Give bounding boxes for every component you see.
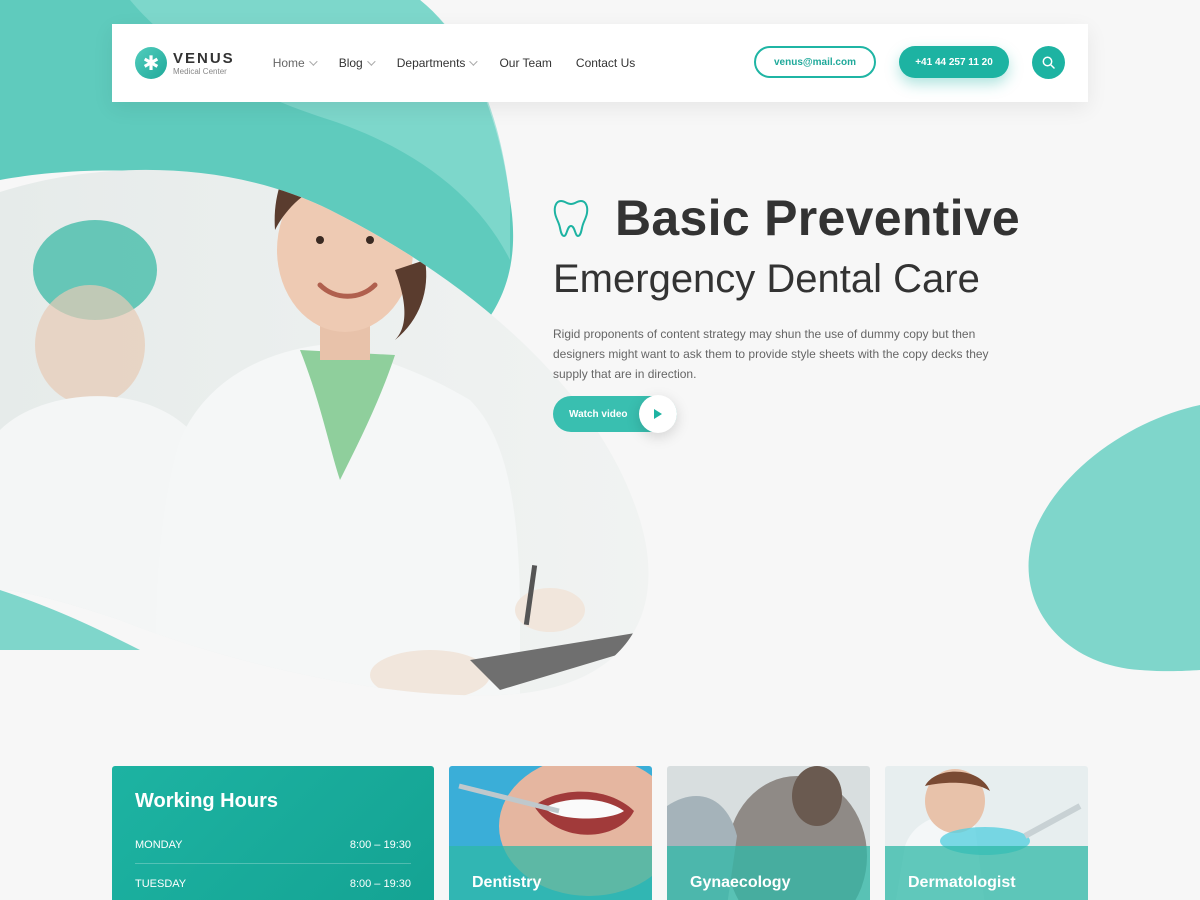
hours-time: 8:00 – 19:30 — [349, 878, 411, 890]
site-header: ✱ VENUS Medical Center Home Blog Departm… — [112, 24, 1088, 102]
email-button[interactable]: venus@mail.com — [754, 46, 876, 78]
brand-tagline: Medical Center — [173, 66, 227, 76]
department-label: Gynaecology — [690, 874, 791, 891]
hours-day: MONDAY — [135, 839, 183, 851]
department-label: Dermatologist — [908, 874, 1016, 891]
nav-item-contact-us[interactable]: Contact Us — [576, 56, 635, 70]
phone-button[interactable]: +41 44 257 11 20 — [899, 46, 1009, 78]
chevron-down-icon — [366, 57, 376, 66]
search-icon — [1042, 56, 1055, 69]
chevron-down-icon — [308, 57, 318, 66]
working-hours-card: Working Hours MONDAY 8:00 – 19:30 TUESDA… — [112, 766, 434, 900]
brand-name: VENUS — [173, 49, 235, 67]
nav-item-home[interactable]: Home — [272, 56, 318, 70]
hero-section: Basic Preventive Emergency Dental Care R… — [553, 188, 1073, 433]
nav-item-blog[interactable]: Blog — [338, 56, 376, 70]
department-card-gynaecology[interactable]: Gynaecology — [667, 766, 870, 900]
tooth-icon — [553, 199, 589, 238]
main-navigation: Home Blog Departments Our Team Contact U… — [273, 56, 660, 70]
nav-item-label: Our Team — [499, 56, 552, 70]
department-label: Dentistry — [472, 874, 542, 891]
nav-item-label: Blog — [338, 56, 363, 70]
hours-day: TUESDAY — [135, 878, 187, 890]
brand-logo[interactable]: ✱ VENUS Medical Center — [135, 47, 235, 79]
nav-item-departments[interactable]: Departments — [396, 56, 479, 70]
hours-time: 8:00 – 19:30 — [349, 839, 411, 851]
hero-description: Rigid proponents of content strategy may… — [553, 327, 989, 381]
hero-subtitle: Emergency Dental Care — [553, 257, 980, 301]
watch-video-button[interactable]: Watch video — [553, 395, 677, 433]
chevron-down-icon — [469, 57, 479, 66]
nav-item-our-team[interactable]: Our Team — [499, 56, 551, 70]
working-hours-title: Working Hours — [135, 790, 278, 812]
hero-title: Basic Preventive — [615, 190, 1021, 246]
nav-item-label: Departments — [396, 56, 466, 70]
play-icon — [639, 395, 677, 433]
nav-item-label: Contact Us — [575, 56, 636, 70]
search-button[interactable] — [1032, 46, 1065, 79]
nav-item-label: Home — [272, 56, 305, 70]
department-card-dentistry[interactable]: Dentistry — [449, 766, 652, 900]
hours-row: TUESDAY 8:00 – 19:30 — [135, 864, 411, 900]
hours-row: MONDAY 8:00 – 19:30 — [135, 825, 411, 864]
medical-cross-icon: ✱ — [135, 47, 167, 79]
department-card-dermatologist[interactable]: Dermatologist — [885, 766, 1088, 900]
watch-video-label: Watch video — [569, 408, 628, 420]
